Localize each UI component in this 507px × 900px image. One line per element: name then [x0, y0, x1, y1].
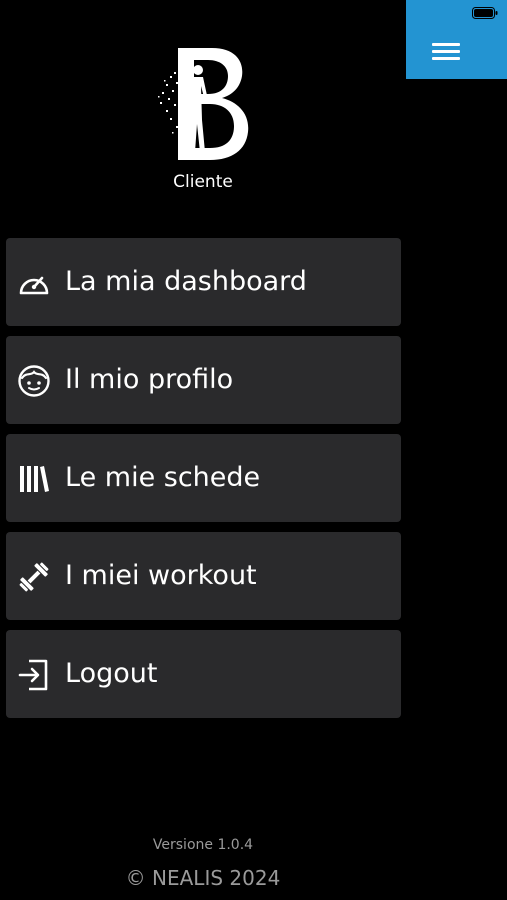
menu-toggle-button[interactable]: [406, 0, 507, 79]
logout-icon: [18, 659, 48, 691]
menu-item-dashboard[interactable]: La mia dashboard: [6, 238, 401, 326]
hamburger-icon: [432, 43, 460, 60]
app-version: Versione 1.0.4: [152, 837, 254, 853]
battery-icon: [472, 7, 498, 19]
user-role-label: Cliente: [173, 172, 233, 192]
menu-item-logout[interactable]: Logout: [6, 630, 401, 718]
menu-item-label: Le mie schede: [65, 462, 261, 493]
main-menu: La mia dashboard Il mio profilo Le mie s…: [6, 238, 401, 728]
menu-item-label: La mia dashboard: [65, 266, 307, 297]
books-icon: [20, 466, 49, 492]
menu-item-workout[interactable]: I miei workout: [6, 532, 401, 620]
menu-item-label: Logout: [65, 658, 158, 689]
menu-item-profile[interactable]: Il mio profilo: [6, 336, 401, 424]
dumbbell-icon: [19, 562, 49, 592]
brand-logo: [158, 48, 249, 160]
menu-item-label: Il mio profilo: [65, 364, 234, 395]
face-icon: [18, 365, 50, 397]
gauge-icon: [19, 276, 49, 295]
copyright-notice: © NEALIS 2024: [125, 866, 281, 890]
menu-item-schede[interactable]: Le mie schede: [6, 434, 401, 522]
menu-item-label: I miei workout: [65, 560, 257, 591]
